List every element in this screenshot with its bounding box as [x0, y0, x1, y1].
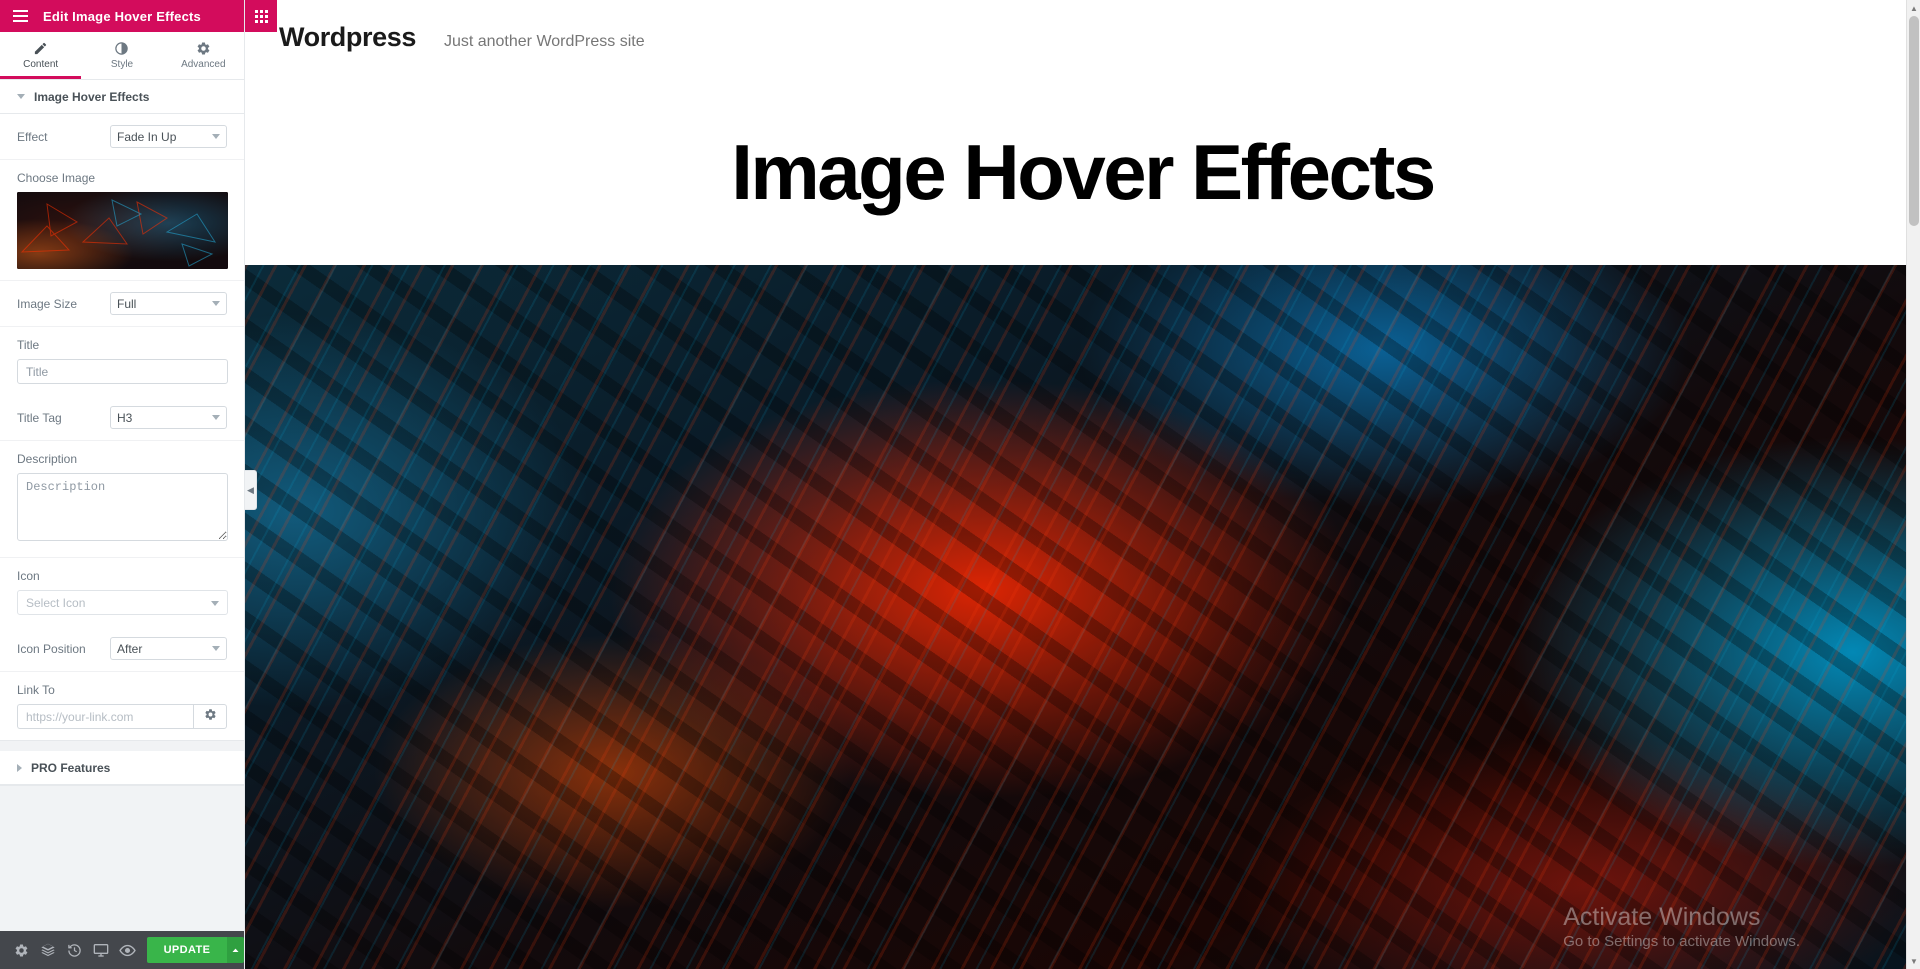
- chevron-right-icon: [17, 763, 22, 772]
- chevron-down-icon: [211, 601, 219, 606]
- description-label: Description: [17, 452, 78, 466]
- control-icon-position: Icon Position After: [0, 626, 244, 672]
- gear-icon: [196, 41, 211, 56]
- tab-advanced-label: Advanced: [181, 59, 226, 70]
- tab-style[interactable]: Style: [81, 32, 162, 79]
- scroll-thumb[interactable]: [1909, 16, 1919, 226]
- preview-area: ◀ Wordpress Just another WordPress site …: [245, 0, 1920, 969]
- panel-tabs: Content Style Advanced: [0, 32, 244, 80]
- tab-advanced[interactable]: Advanced: [163, 32, 244, 79]
- activate-windows-watermark: Activate Windows Go to Settings to activ…: [1563, 903, 1800, 951]
- succulent-thumbnail-graphic: [17, 192, 228, 269]
- section-title-main: Image Hover Effects: [34, 89, 150, 104]
- control-choose-image: Choose Image: [0, 160, 244, 281]
- title-tag-select[interactable]: H3: [110, 406, 227, 429]
- section-header-main[interactable]: Image Hover Effects: [0, 80, 244, 114]
- panel-footer: UPDATE: [0, 931, 244, 969]
- icon-select[interactable]: Select Icon: [17, 590, 228, 615]
- gear-icon: [204, 708, 217, 726]
- description-textarea[interactable]: [17, 473, 228, 541]
- effect-label: Effect: [17, 129, 48, 144]
- hamburger-icon[interactable]: [4, 0, 36, 32]
- preview-eye-icon[interactable]: [114, 931, 141, 969]
- effect-select[interactable]: Fade In Up: [110, 125, 227, 148]
- control-title: Title: [0, 327, 244, 395]
- choose-image-label: Choose Image: [17, 171, 96, 185]
- control-image-size: Image Size Full: [0, 281, 244, 327]
- icon-select-placeholder: Select Icon: [26, 595, 86, 610]
- link-to-input[interactable]: [17, 704, 194, 729]
- tab-style-label: Style: [110, 59, 134, 70]
- control-effect: Effect Fade In Up: [0, 114, 244, 160]
- hero-image[interactable]: Activate Windows Go to Settings to activ…: [245, 265, 1920, 969]
- icon-label: Icon: [17, 569, 40, 583]
- icon-position-label: Icon Position: [17, 641, 86, 656]
- title-input[interactable]: [17, 359, 228, 384]
- icon-position-select[interactable]: After: [110, 637, 227, 660]
- control-title-tag: Title Tag H3: [0, 395, 244, 441]
- title-tag-label: Title Tag: [17, 410, 62, 425]
- scroll-down-arrow[interactable]: ▼: [1907, 953, 1920, 969]
- responsive-mode-icon[interactable]: [88, 931, 115, 969]
- control-description: Description: [0, 441, 244, 558]
- chevron-left-icon: ◀: [247, 484, 254, 495]
- history-icon[interactable]: [61, 931, 88, 969]
- panel-collapse-handle[interactable]: ◀: [245, 470, 257, 510]
- contrast-icon: [114, 41, 129, 56]
- page-scrollbar[interactable]: ▲ ▼: [1906, 0, 1920, 969]
- panel-body[interactable]: Image Hover Effects Effect Fade In Up Ch…: [0, 80, 244, 931]
- control-link-to: Link To: [0, 672, 244, 740]
- pencil-icon: [33, 41, 48, 56]
- section-title-pro: PRO Features: [31, 760, 111, 775]
- site-tagline: Just another WordPress site: [443, 33, 645, 50]
- scroll-up-arrow[interactable]: ▲: [1907, 0, 1920, 16]
- chevron-down-icon: [17, 94, 25, 99]
- apps-grid-icon[interactable]: [245, 0, 277, 32]
- site-header: Wordpress Just another WordPress site: [245, 0, 1920, 71]
- panel-header: Edit Image Hover Effects: [0, 0, 244, 32]
- link-to-label: Link To: [17, 683, 55, 697]
- section-image-hover-effects: Image Hover Effects Effect Fade In Up Ch…: [0, 80, 244, 741]
- tab-content[interactable]: Content: [0, 32, 82, 79]
- section-header-pro[interactable]: PRO Features: [0, 751, 244, 785]
- section-divider-gap: [0, 741, 244, 751]
- section-pro-features: PRO Features: [0, 751, 244, 786]
- control-icon: Icon Select Icon: [0, 558, 244, 626]
- hero-section: Image Hover Effects: [245, 71, 1920, 265]
- update-button[interactable]: UPDATE: [146, 937, 228, 963]
- watermark-subtitle: Go to Settings to activate Windows.: [1563, 932, 1800, 950]
- update-options-button[interactable]: [227, 937, 244, 963]
- watermark-title: Activate Windows: [1563, 902, 1761, 931]
- panel-title: Edit Image Hover Effects: [43, 8, 201, 24]
- image-size-label: Image Size: [17, 296, 78, 311]
- settings-gear-icon[interactable]: [8, 931, 35, 969]
- tab-content-label: Content: [23, 59, 59, 70]
- image-size-select[interactable]: Full: [110, 292, 227, 315]
- page-title: Image Hover Effects: [731, 128, 1436, 216]
- chevron-up-icon: [231, 943, 240, 958]
- image-thumbnail[interactable]: [17, 192, 228, 269]
- editor-panel: Edit Image Hover Effects Content Style A…: [0, 0, 245, 969]
- site-title[interactable]: Wordpress: [279, 22, 416, 53]
- layers-icon[interactable]: [35, 931, 62, 969]
- title-label: Title: [17, 338, 40, 352]
- grid-glyph: [254, 9, 268, 23]
- panel-bottom-gap: [0, 786, 244, 796]
- link-options-button[interactable]: [193, 704, 227, 729]
